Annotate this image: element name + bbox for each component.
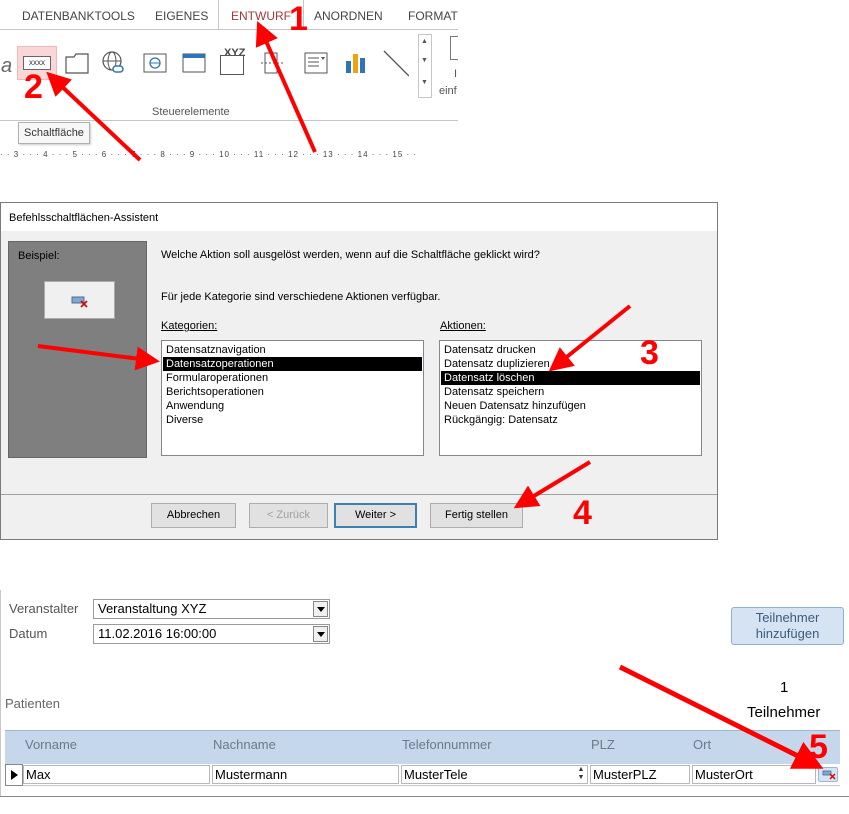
action-item[interactable]: Rückgängig: Datensatz	[441, 413, 700, 427]
label-control-icon[interactable]: a	[1, 55, 12, 78]
column-header-plz[interactable]: PLZ	[591, 737, 615, 752]
preview-button	[44, 281, 115, 319]
organizer-label: Veranstalter	[9, 601, 79, 616]
back-button[interactable]: < Zurück	[249, 503, 328, 528]
web-browser-icon[interactable]	[142, 49, 168, 77]
date-dropdown-icon[interactable]	[313, 626, 328, 642]
column-header-nachname[interactable]: Nachname	[213, 737, 276, 752]
gallery-down-icon[interactable]: ▼	[421, 57, 428, 64]
tab-datenbanktools[interactable]: DATENBANKTOOLS	[22, 9, 135, 23]
category-item[interactable]: Datensatznavigation	[163, 343, 422, 357]
tab-entwurf[interactable]: ENTWURF	[231, 9, 291, 23]
insert-label-partial: I	[454, 68, 458, 80]
category-item[interactable]: Diverse	[163, 413, 422, 427]
tab-anordnen[interactable]: ANORDNEN	[314, 9, 383, 23]
categories-listbox[interactable]: Datensatznavigation Datensatzoperationen…	[161, 340, 424, 456]
action-item-selected[interactable]: Datensatz löschen	[441, 371, 700, 385]
delete-record-button[interactable]	[818, 767, 838, 782]
line-icon[interactable]	[383, 49, 409, 77]
tab-format[interactable]: FORMAT	[408, 9, 458, 23]
page-break-icon[interactable]	[259, 49, 285, 77]
cell-nachname[interactable]: Mustermann	[212, 765, 399, 784]
record-selector-icon[interactable]	[5, 764, 23, 786]
wizard-info: Für jede Kategorie sind verschiedene Akt…	[161, 291, 441, 303]
actions-label: Aktionen:	[440, 320, 486, 332]
hyperlink-globe-icon[interactable]	[100, 49, 126, 77]
wizard-title: Befehlsschaltflächen-Assistent	[1, 203, 717, 231]
navigation-control-icon[interactable]	[181, 49, 207, 77]
annotation-number-2: 2	[24, 68, 43, 106]
participant-count-label: Teilnehmer	[747, 704, 821, 721]
annotation-number-3: 3	[640, 334, 659, 372]
gallery-more-icon[interactable]: ▼	[421, 79, 428, 86]
delete-record-icon	[71, 296, 88, 308]
category-item[interactable]: Berichtsoperationen	[163, 385, 422, 399]
action-item[interactable]: Datensatz drucken	[441, 343, 700, 357]
wizard-dialog: Befehlsschaltflächen-Assistent Beispiel:…	[0, 202, 718, 540]
insert-image-icon[interactable]	[450, 36, 458, 60]
column-header-vorname[interactable]: Vorname	[25, 737, 77, 752]
wizard-question: Welche Aktion soll ausgelöst werden, wen…	[161, 249, 540, 261]
category-item[interactable]: Formularoperationen	[163, 371, 422, 385]
event-form: Veranstalter Veranstaltung XYZ Datum 11.…	[0, 590, 849, 814]
option-group-icon[interactable]: XYZ	[218, 47, 246, 77]
ribbon: DATENBANKTOOLS EIGENES ENTWURF ANORDNEN …	[0, 0, 458, 165]
annotation-number-1: 1	[289, 0, 308, 38]
annotation-number-5: 5	[809, 728, 828, 766]
cell-plz[interactable]: MusterPLZ	[590, 765, 690, 784]
date-combo[interactable]: 11.02.2016 16:00:00	[93, 624, 330, 644]
date-value: 11.02.2016 16:00:00	[98, 626, 217, 641]
tooltip: Schaltfläche	[18, 122, 90, 144]
category-item-selected[interactable]: Datensatzoperationen	[163, 357, 422, 371]
tab-eigenes[interactable]: EIGENES	[155, 9, 208, 23]
annotation-number-4: 4	[573, 494, 592, 532]
preview-label: Beispiel:	[18, 250, 60, 262]
insert-label: einf	[439, 85, 457, 97]
next-button[interactable]: Weiter >	[334, 503, 417, 528]
organizer-dropdown-icon[interactable]	[313, 601, 328, 617]
gallery-up-icon[interactable]: ▲	[421, 38, 428, 45]
cancel-button[interactable]: Abbrechen	[151, 503, 236, 528]
ruler: · · 3 · · · 4 · · · 5 · · · 6 · · · 7 · …	[0, 150, 418, 159]
finish-button[interactable]: Fertig stellen	[430, 503, 523, 528]
participant-count: 1	[780, 679, 789, 696]
chart-icon[interactable]	[343, 49, 369, 77]
delete-record-icon	[822, 770, 836, 780]
action-item[interactable]: Neuen Datensatz hinzufügen	[441, 399, 700, 413]
action-item[interactable]: Datensatz duplizieren	[441, 357, 700, 371]
gallery-scroll[interactable]: ▲ ▼ ▼	[418, 34, 432, 98]
wizard-separator	[1, 494, 717, 495]
add-participant-button[interactable]: Teilnehmer hinzufügen	[731, 607, 844, 645]
organizer-combo[interactable]: Veranstaltung XYZ	[93, 599, 330, 619]
actions-listbox[interactable]: Datensatz drucken Datensatz duplizieren …	[439, 340, 702, 456]
cell-vorname[interactable]: Max	[23, 765, 210, 784]
column-header-ort[interactable]: Ort	[693, 737, 711, 752]
date-label: Datum	[9, 626, 48, 641]
form-bottom-border	[0, 796, 849, 797]
combo-list-icon[interactable]	[303, 49, 329, 77]
preview-panel: Beispiel:	[8, 241, 147, 458]
group-label-steuerelemente: Steuerelemente	[152, 106, 230, 118]
categories-label: Kategorien:	[161, 320, 218, 332]
cell-telefonnummer[interactable]: MusterTele	[401, 765, 588, 784]
folder-tab-icon[interactable]	[64, 49, 90, 77]
organizer-value: Veranstaltung XYZ	[98, 601, 207, 616]
category-item[interactable]: Anwendung	[163, 399, 422, 413]
form-left-border	[0, 590, 1, 796]
subform-label: Patienten	[5, 696, 60, 711]
column-header-telefonnummer[interactable]: Telefonnummer	[402, 737, 492, 752]
spin-arrows-icon[interactable]: ▲ ▼	[575, 766, 587, 783]
cell-ort[interactable]: MusterOrt	[692, 765, 816, 784]
action-item[interactable]: Datensatz speichern	[441, 385, 700, 399]
